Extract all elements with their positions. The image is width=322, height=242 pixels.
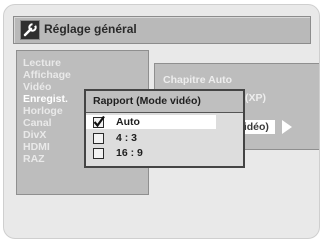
option-label: 4 : 3 xyxy=(116,132,138,144)
menu-item-lecture[interactable]: Lecture xyxy=(23,57,61,69)
menu-item-hdmi[interactable]: HDMI xyxy=(23,141,50,153)
option-label: Auto xyxy=(116,116,140,128)
checkbox-icon[interactable] xyxy=(93,148,104,159)
title-bar: Réglage général xyxy=(13,16,311,44)
menu-item-horloge[interactable]: Horloge xyxy=(23,105,63,117)
arrow-right-icon xyxy=(282,120,292,134)
settings-screen: Réglage général Lecture Affichage Vidéo … xyxy=(3,4,320,239)
chapitre-auto-label[interactable]: Chapitre Auto xyxy=(163,74,232,86)
menu-item-canal[interactable]: Canal xyxy=(23,117,52,129)
menu-item-raz[interactable]: RAZ xyxy=(23,153,45,165)
menu-item-divx[interactable]: DivX xyxy=(23,129,46,141)
page-title: Réglage général xyxy=(44,22,137,36)
option-4-3[interactable]: 4 : 3 xyxy=(86,131,243,145)
dialog-title: Rapport (Mode vidéo) xyxy=(93,95,201,107)
option-16-9[interactable]: 16 : 9 xyxy=(86,146,243,160)
option-label: 16 : 9 xyxy=(116,147,143,159)
menu-item-enregist[interactable]: Enregist. xyxy=(23,93,68,105)
xp-mode-label: (XP) xyxy=(245,92,266,104)
menu-item-affichage[interactable]: Affichage xyxy=(23,69,71,81)
wrench-icon xyxy=(20,20,40,40)
checkbox-icon[interactable] xyxy=(93,133,104,144)
checkbox-checked-icon[interactable] xyxy=(93,115,105,128)
dialog-header: Rapport (Mode vidéo) xyxy=(86,91,243,113)
option-auto[interactable]: Auto xyxy=(86,115,216,129)
aspect-ratio-dialog: Rapport (Mode vidéo) Auto 4 : 3 16 : 9 xyxy=(84,89,245,168)
menu-item-video[interactable]: Vidéo xyxy=(23,81,51,93)
